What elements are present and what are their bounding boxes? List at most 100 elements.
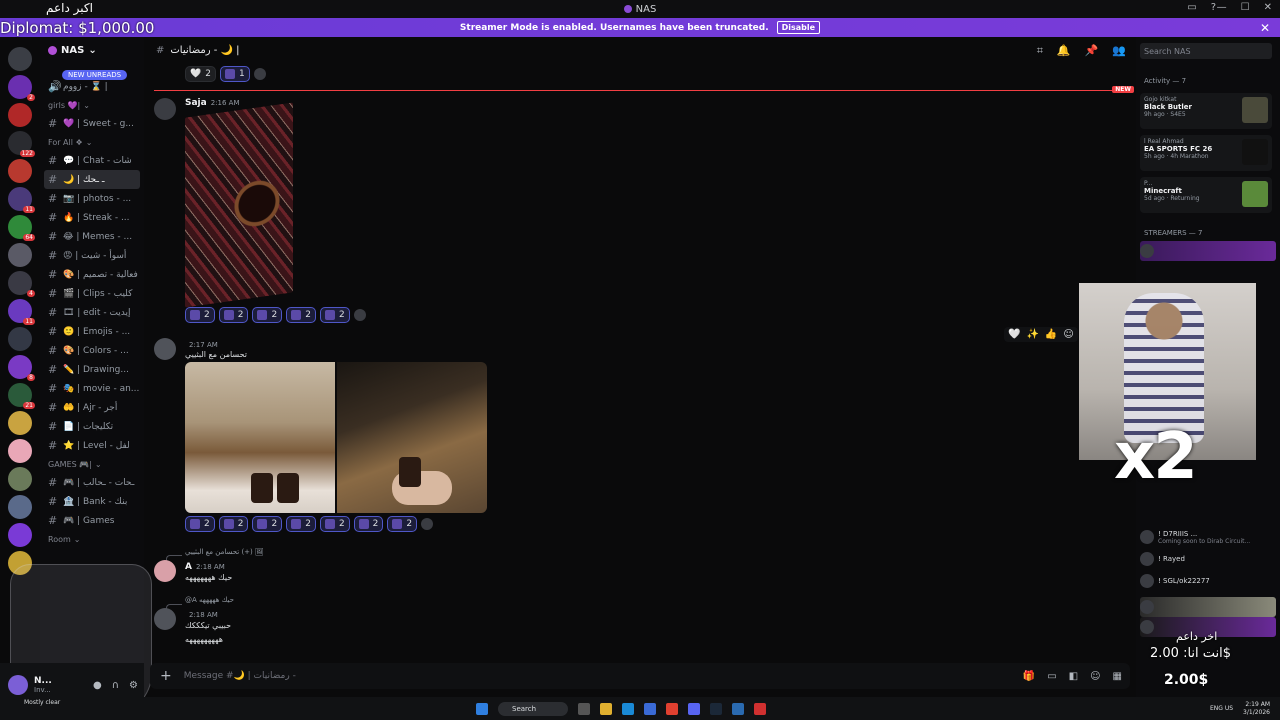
reaction-chip[interactable]: 2 <box>218 307 249 323</box>
channel-category[interactable]: For All ❖ ⌄ <box>40 133 144 151</box>
add-reaction-icon[interactable] <box>421 518 434 530</box>
activity-card[interactable]: Gojo kitkat Black Butler 9h ago · S4E5 <box>1140 93 1272 129</box>
sparkles-icon[interactable]: ✨ <box>1026 329 1038 340</box>
server-icon[interactable] <box>8 411 32 435</box>
image-attachment[interactable] <box>185 362 335 513</box>
search-input[interactable]: Search NAS <box>1140 43 1272 59</box>
server-icon[interactable] <box>8 495 32 519</box>
thumbs-up-icon[interactable]: 👍 <box>1045 329 1057 340</box>
server-icon[interactable]: 122 <box>8 131 35 157</box>
reaction-chip[interactable]: 2 <box>252 516 283 532</box>
mic-icon[interactable]: ● <box>93 680 102 691</box>
server-header[interactable]: NAS ⌄ <box>40 37 144 63</box>
member-row[interactable] <box>1140 597 1276 617</box>
heart-icon[interactable]: 🤍 <box>1008 329 1020 340</box>
reaction-chip[interactable]: 1 <box>219 66 250 82</box>
add-reaction-icon[interactable] <box>253 68 266 80</box>
message-input[interactable]: Message #🌙 | رمضانيات - <box>184 671 296 681</box>
text-channel[interactable]: # 🎨 | Colors - ... <box>40 341 144 360</box>
text-channel[interactable]: # 📄 | تكليجات <box>40 417 144 436</box>
new-unreads-pill[interactable]: NEW UNREADS <box>62 70 128 80</box>
text-channel[interactable]: # 🎮 | Games <box>40 511 144 530</box>
message-author[interactable]: 2:17 AM <box>185 340 218 350</box>
activity-card[interactable]: P... Minecraft 5d ago · Returning <box>1140 177 1272 213</box>
image-gallery[interactable] <box>185 362 487 513</box>
server-icon[interactable]: 21 <box>8 383 35 409</box>
edge-icon[interactable] <box>622 702 634 715</box>
text-channel[interactable]: # 📷 | photos - ... <box>40 189 144 208</box>
reaction-chip[interactable]: 2 <box>185 307 215 323</box>
gear-icon[interactable]: ⚙ <box>129 680 138 691</box>
avatar[interactable] <box>154 560 176 582</box>
clock[interactable]: 2:19 AM 3/1/2026 <box>1243 701 1270 717</box>
image-attachment[interactable] <box>185 102 293 308</box>
add-reaction-icon[interactable]: ☺ <box>1063 329 1073 340</box>
add-reaction-icon[interactable] <box>353 309 366 321</box>
server-icon[interactable]: 11 <box>8 187 35 213</box>
browser-icon[interactable] <box>666 702 678 715</box>
image-attachment[interactable] <box>337 362 487 513</box>
text-channel[interactable]: # 💬 | Chat - شات <box>40 151 144 170</box>
server-icon[interactable] <box>8 47 32 71</box>
task-view-icon[interactable] <box>578 702 590 715</box>
avatar[interactable] <box>8 675 28 695</box>
text-channel[interactable]: # 😡 | أسوأ - شيت <box>40 246 144 265</box>
server-icon[interactable]: 8 <box>8 355 35 381</box>
member-row[interactable] <box>1140 241 1276 261</box>
gift-icon[interactable]: 🎁 <box>1023 671 1035 682</box>
text-channel[interactable]: # 💜 | Sweet - g... <box>40 114 144 133</box>
message-author[interactable]: A 2:18 AM <box>185 562 225 572</box>
server-icon[interactable] <box>8 523 32 547</box>
text-channel[interactable]: # 🤲 | Ajr - أجر <box>40 398 144 417</box>
text-channel[interactable]: # 🔥 | Streak - ... <box>40 208 144 227</box>
reply-preview[interactable]: @A حيك هههههه <box>185 596 234 604</box>
reaction-chip[interactable]: 🤍 2 <box>185 66 216 82</box>
server-icon[interactable] <box>8 439 32 463</box>
reaction-chip[interactable]: 2 <box>353 516 384 532</box>
start-icon[interactable] <box>476 702 488 715</box>
server-icon[interactable] <box>8 327 32 351</box>
text-channel[interactable]: # 😂 | Memes - ... <box>40 227 144 246</box>
reaction-chip[interactable]: 2 <box>387 516 418 532</box>
steam-icon[interactable] <box>710 702 722 715</box>
gif-icon[interactable]: ▭ <box>1047 671 1056 682</box>
text-channel[interactable]: # 🎨 | فعالية - تصميم <box>40 265 144 284</box>
text-channel[interactable]: # 🏦 | Bank - بنك <box>40 492 144 511</box>
text-channel[interactable]: # 🎬 | Clips - كليب <box>40 284 144 303</box>
text-channel[interactable]: # 🙂 | Emojis - ... <box>40 322 144 341</box>
threads-icon[interactable]: ⌗ <box>1037 44 1043 58</box>
close-window-button[interactable]: ✕ <box>1264 2 1272 13</box>
file-explorer-icon[interactable] <box>600 702 612 715</box>
reaction-chip[interactable]: 2 <box>319 516 350 532</box>
disable-streamer-mode-button[interactable]: Disable <box>776 21 821 34</box>
member-row[interactable]: ! D7RIIIS ... Coming soon to Dirab Circui… <box>1140 527 1276 547</box>
server-icon[interactable] <box>8 159 32 183</box>
reaction-chip[interactable]: 2 <box>218 516 249 532</box>
channel-category[interactable]: Room ⌄ <box>40 530 144 548</box>
reply-preview[interactable]: تحسامن مع البثييي (+) 🖼 <box>185 548 264 556</box>
author-name[interactable]: Saja <box>185 98 207 108</box>
text-channel[interactable]: # ⭐ | Level - لفل <box>40 436 144 455</box>
discord-icon[interactable] <box>688 702 700 715</box>
avatar[interactable] <box>154 338 176 360</box>
taskbar-search[interactable]: Search <box>498 701 568 716</box>
member-row[interactable]: ! Rayed <box>1140 549 1276 569</box>
app-icon[interactable] <box>732 702 744 715</box>
emoji-icon[interactable]: ☺ <box>1090 671 1100 682</box>
help-icon[interactable]: ? <box>1211 2 1216 13</box>
server-icon[interactable]: 4 <box>8 271 35 297</box>
bell-icon[interactable]: 🔔 <box>1057 44 1071 58</box>
server-icon[interactable]: 2 <box>8 75 35 101</box>
activity-card[interactable]: l Real Ahmad EA SPORTS FC 26 5h ago · 4h… <box>1140 135 1272 171</box>
server-icon[interactable]: 64 <box>8 215 35 241</box>
pin-icon[interactable]: 📌 <box>1085 44 1099 58</box>
obs-icon[interactable] <box>754 702 766 715</box>
apps-icon[interactable]: ▦ <box>1113 671 1122 682</box>
members-icon[interactable]: 👥 <box>1112 44 1126 58</box>
reaction-chip[interactable]: 2 <box>286 516 316 532</box>
text-channel[interactable]: # 🎞 | edit - إيديت <box>40 303 144 322</box>
plus-icon[interactable]: + <box>160 668 172 684</box>
avatar[interactable] <box>154 98 176 120</box>
channel-category[interactable]: GAMES 🎮| ⌄ <box>40 455 144 473</box>
server-icon[interactable]: 11 <box>8 299 35 325</box>
